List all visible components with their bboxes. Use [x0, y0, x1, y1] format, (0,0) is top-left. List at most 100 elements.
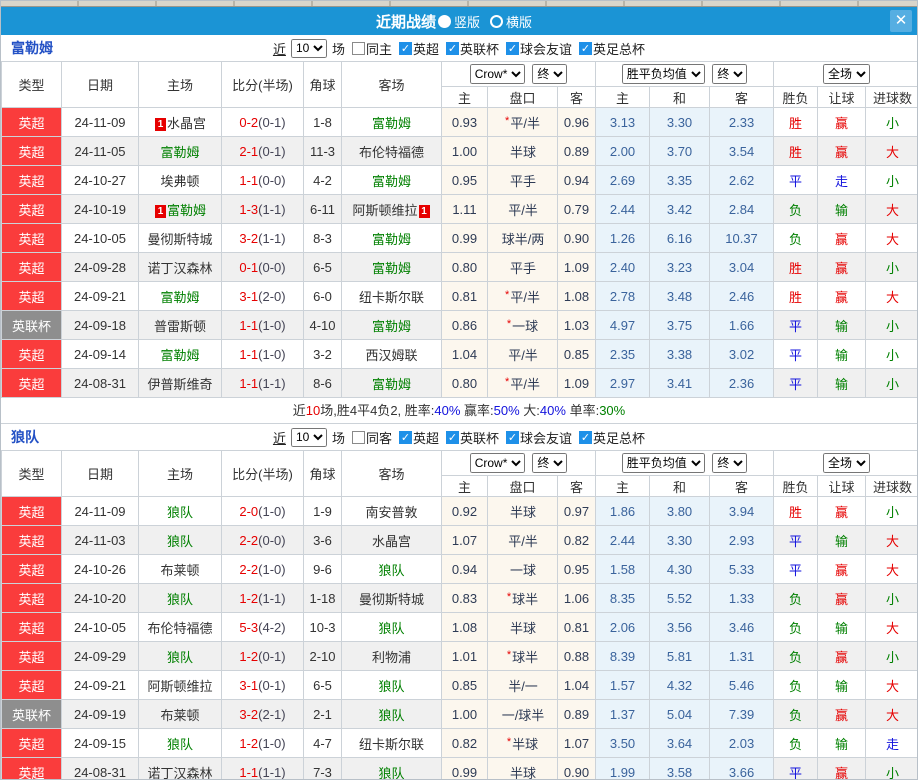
- home-team: 水晶宫: [166, 115, 206, 131]
- full-time-score: 5-3: [239, 619, 259, 635]
- avg-odds-select[interactable]: 胜平负均值: [621, 453, 705, 473]
- match-date: 24-10-27: [61, 165, 139, 195]
- league-badge: 英超: [1, 670, 62, 700]
- match-date: 24-09-21: [61, 670, 139, 700]
- home-team: 狼队: [166, 649, 193, 665]
- home-team: 诺丁汉森林: [147, 765, 213, 780]
- full-time-score: 1-3: [239, 201, 259, 217]
- avg-period-select[interactable]: 终: [712, 453, 748, 473]
- result-handicap: 赢: [817, 641, 867, 671]
- home-team: 布莱顿: [160, 707, 200, 723]
- avg-lose-odds: 2.33: [709, 107, 775, 137]
- vertical-layout-label: 竖版: [453, 14, 480, 30]
- changed-odds-star-icon: *: [506, 735, 512, 748]
- scope-select[interactable]: 全场: [823, 64, 871, 84]
- avg-lose-odds: 1.66: [709, 310, 775, 340]
- away-team: 富勒姆: [371, 115, 411, 131]
- league-checkbox-premier[interactable]: ✓ 英超: [398, 39, 439, 58]
- away-team: 富勒姆: [371, 173, 411, 189]
- avg-odds-select[interactable]: 胜平负均值: [621, 64, 705, 84]
- close-button[interactable]: ✕: [890, 10, 912, 32]
- match-count-select[interactable]: 10: [290, 38, 327, 58]
- avg-draw-odds: 3.38: [649, 339, 711, 369]
- same-away-checkbox[interactable]: 同客: [351, 428, 392, 447]
- home-odds: 1.00: [441, 699, 488, 729]
- avg-draw-odds: 3.23: [649, 252, 711, 282]
- away-odds: 0.89: [556, 136, 597, 166]
- league-checkbox-friendly[interactable]: ✓ 球会友谊: [506, 39, 572, 58]
- odds-source-select[interactable]: Crow*: [469, 453, 525, 473]
- league-checkbox-facup[interactable]: ✓ 英足总杯: [579, 428, 645, 447]
- radio-unchecked-icon: [490, 14, 503, 28]
- result-wdl: 负: [773, 641, 819, 671]
- result-goals: 小: [865, 310, 917, 340]
- col-header-score: 比分(半场): [221, 450, 304, 497]
- league-checkbox-facup[interactable]: ✓ 英足总杯: [579, 39, 645, 58]
- result-wdl: 负: [773, 728, 819, 758]
- avg-lose-odds: 2.46: [709, 281, 775, 311]
- result-wdl: 平: [773, 165, 819, 195]
- horizontal-layout-label: 横版: [506, 14, 533, 30]
- away-team-cell: 富勒姆: [341, 165, 442, 195]
- vertical-layout-radio[interactable]: 竖版: [437, 12, 480, 31]
- result-goals: 小: [865, 165, 917, 195]
- corner-count: 6-0: [303, 281, 342, 311]
- away-team-cell: 富勒姆: [341, 310, 442, 340]
- handicap-line: 球半: [512, 649, 539, 665]
- league-badge: 英超: [1, 194, 62, 224]
- home-team-cell: 狼队: [138, 728, 222, 758]
- match-count-select[interactable]: 10: [290, 427, 327, 447]
- away-team-cell: 水晶宫: [341, 525, 442, 555]
- checkbox-checked-icon: ✓: [506, 430, 520, 444]
- team-name: 富勒姆: [11, 40, 53, 56]
- match-date: 24-11-05: [61, 136, 139, 166]
- handicap-cell: *一球: [487, 310, 558, 340]
- odds-period-select[interactable]: 终: [532, 453, 568, 473]
- league-badge: 英超: [1, 252, 62, 282]
- scope-select[interactable]: 全场: [823, 453, 871, 473]
- odds-source-select[interactable]: Crow*: [469, 64, 525, 84]
- home-odds: 0.99: [441, 223, 488, 253]
- col-header-home: 主场: [138, 450, 222, 497]
- league-checkbox-eflcup[interactable]: ✓ 英联杯: [446, 39, 499, 58]
- half-time-score: (0-0): [258, 532, 286, 548]
- league-badge: 英超: [1, 368, 62, 398]
- score-cell: 1-2(1-1): [221, 583, 304, 613]
- half-time-score: (1-1): [258, 230, 286, 246]
- horizontal-layout-radio[interactable]: 横版: [490, 12, 532, 31]
- same-home-checkbox[interactable]: 同主: [351, 39, 392, 58]
- sub-header-avg-lose: 客: [709, 475, 775, 497]
- home-odds: 0.85: [441, 670, 488, 700]
- checkbox-checked-icon: ✓: [398, 41, 412, 55]
- col-header-corner: 角球: [303, 450, 342, 497]
- full-time-score: 0-2: [239, 114, 259, 130]
- avg-lose-odds: 7.39: [709, 699, 775, 729]
- avg-period-select[interactable]: 终: [712, 64, 748, 84]
- table-row: 英超 24-11-09 狼队 2-0(1-0) 1-9 南安普敦 0.92 半球…: [1, 496, 917, 526]
- avg-draw-odds: 5.04: [649, 699, 711, 729]
- result-wdl: 负: [773, 223, 819, 253]
- score-cell: 1-1(1-1): [221, 368, 304, 398]
- league-checkbox-eflcup[interactable]: ✓ 英联杯: [446, 428, 499, 447]
- result-handicap: 输: [817, 728, 867, 758]
- away-odds: 1.07: [556, 728, 597, 758]
- sub-header-avg-draw: 和: [649, 475, 711, 497]
- home-team: 狼队: [166, 504, 193, 520]
- half-time-score: (0-1): [258, 677, 286, 693]
- col-header-score: 比分(半场): [221, 61, 304, 108]
- away-odds: 0.88: [556, 641, 597, 671]
- home-odds: 1.11: [441, 194, 488, 224]
- league-checkbox-friendly[interactable]: ✓ 球会友谊: [506, 428, 572, 447]
- match-date: 24-10-20: [61, 583, 139, 613]
- away-team: 阿斯顿维拉: [352, 202, 418, 218]
- match-date: 24-10-05: [61, 223, 139, 253]
- odds-period-select[interactable]: 终: [532, 64, 568, 84]
- full-time-score: 1-1: [239, 172, 259, 188]
- home-team: 埃弗顿: [160, 173, 200, 189]
- home-odds: 1.08: [441, 612, 488, 642]
- home-team: 狼队: [166, 533, 193, 549]
- match-date: 24-09-15: [61, 728, 139, 758]
- score-cell: 2-2(1-0): [221, 554, 304, 584]
- league-checkbox-premier[interactable]: ✓ 英超: [398, 428, 439, 447]
- avg-lose-odds: 3.54: [709, 136, 775, 166]
